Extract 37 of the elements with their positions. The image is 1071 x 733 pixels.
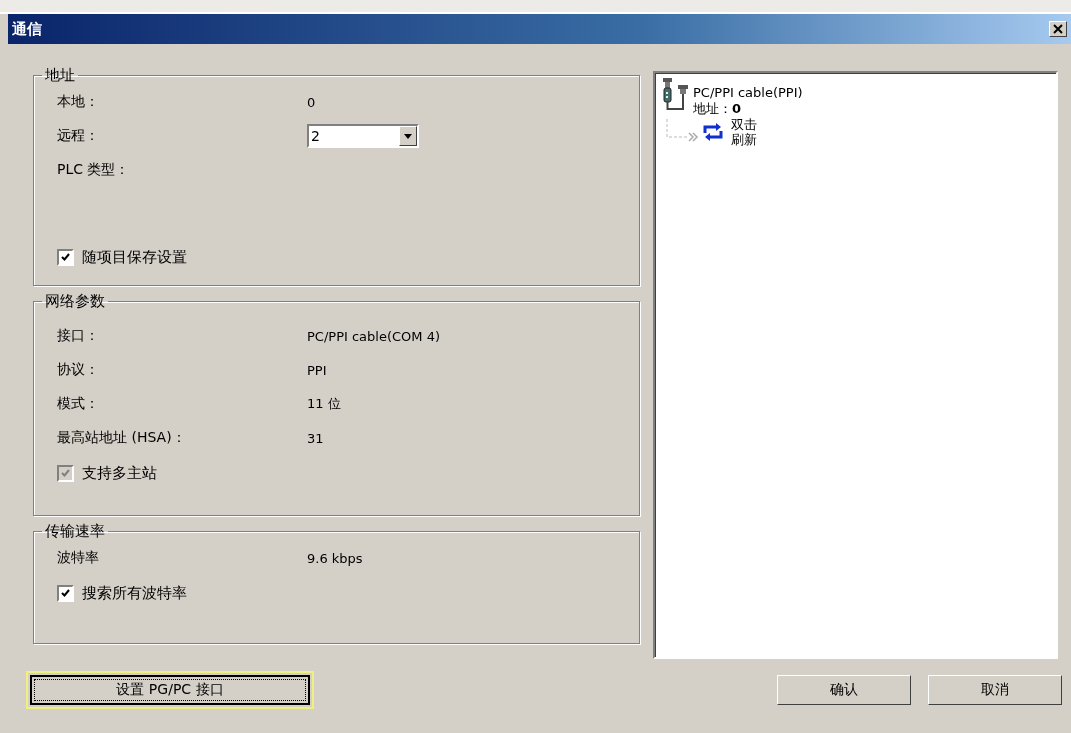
cable-name[interactable]: PC/PPI cable(PPI) — [693, 85, 803, 101]
field-label: 模式： — [57, 395, 100, 413]
field-value: 9.6 kbps — [307, 550, 363, 566]
setup-interface-button[interactable]: 设置 PG/PC 接口 — [30, 675, 310, 705]
window-title: 通信 — [12, 19, 42, 39]
checkbox-label: 搜索所有波特率 — [82, 583, 187, 603]
check-icon — [61, 469, 70, 477]
field-label: 本地： — [57, 93, 100, 111]
check-icon — [61, 589, 70, 597]
field-value: 0 — [307, 94, 316, 110]
checkbox[interactable] — [57, 584, 74, 602]
field-label: 远程： — [57, 127, 100, 145]
checkbox[interactable] — [57, 248, 74, 266]
cancel-button[interactable]: 取消 — [928, 675, 1062, 705]
field-label: 接口： — [57, 327, 100, 345]
field-label: 最高站地址 (HSA)： — [57, 429, 187, 447]
field-label: 协议： — [57, 361, 100, 379]
field-value: 11 位 — [307, 395, 341, 413]
check-icon — [61, 253, 70, 261]
remote-dropdown[interactable]: 2 — [307, 124, 419, 148]
close-button[interactable] — [1049, 21, 1067, 37]
field-label: 波特率 — [57, 549, 100, 567]
confirm-button[interactable]: 确认 — [777, 675, 911, 705]
group-title: 传输速率 — [44, 522, 106, 541]
checkbox-label: 支持多主站 — [82, 463, 157, 483]
refresh-icon[interactable] — [701, 120, 725, 144]
address-label: 地址： — [693, 101, 732, 116]
field-value: 31 — [307, 430, 324, 446]
group-title: 地址 — [44, 66, 76, 85]
field-value: PPI — [307, 362, 327, 378]
caret-icon — [399, 126, 417, 146]
field-value: PC/PPI cable(COM 4) — [307, 328, 440, 344]
group-title: 网络参数 — [44, 292, 106, 311]
checkbox-label: 随项目保存设置 — [82, 247, 187, 267]
refresh-label[interactable]: 双击 刷新 — [731, 117, 757, 147]
field-label: PLC 类型： — [57, 161, 131, 179]
address-value: 0 — [732, 101, 742, 116]
